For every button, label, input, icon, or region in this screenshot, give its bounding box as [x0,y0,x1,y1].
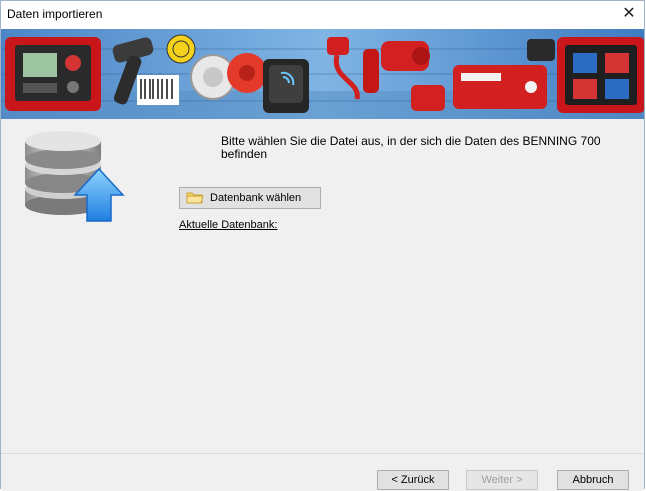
close-icon[interactable]: ✕ [618,3,640,25]
main-content: Bitte wählen Sie die Datei aus, in der s… [1,119,644,453]
import-dialog: Daten importieren ✕ Bitte wählen Sie die… [0,0,645,491]
next-button[interactable]: Weiter > [466,470,538,490]
window-title: Daten importieren [7,7,103,21]
folder-icon [186,190,204,207]
cancel-button[interactable]: Abbruch [557,470,629,490]
case-icon [5,37,101,111]
header-banner [1,29,644,119]
instruction-text: Bitte wählen Sie die Datei aus, in der s… [221,135,601,160]
choose-database-button[interactable]: Datenbank wählen [179,187,321,209]
case-icon-right [557,37,644,113]
database-icon [21,127,125,242]
button-bar: < Zurück Weiter > Abbruch [1,453,644,491]
title-bar: Daten importieren ✕ [1,1,644,29]
banner-image [1,29,644,119]
choose-database-label: Datenbank wählen [210,192,302,204]
barcode-icon [137,75,179,105]
back-button[interactable]: < Zurück [377,470,449,490]
current-database-link[interactable]: Aktuelle Datenbank: [179,219,277,231]
sticker-icon [166,34,196,64]
